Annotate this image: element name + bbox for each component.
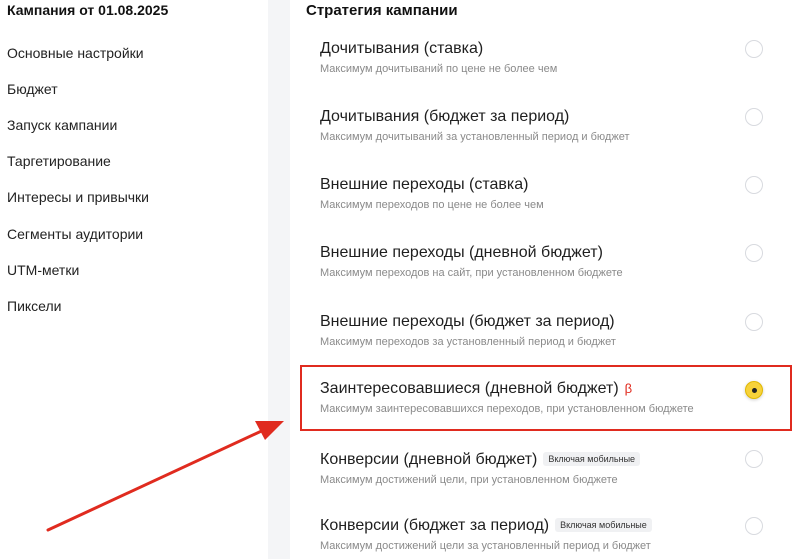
radio-clicks-period[interactable]	[745, 313, 763, 331]
sidebar-item-basic-settings[interactable]: Основные настройки	[7, 45, 144, 61]
option-subtitle: Максимум переходов по цене не более чем	[320, 199, 544, 211]
strategy-option-conversions-period[interactable]: Конверсии (бюджет за период) Включая моби…	[320, 517, 760, 552]
sidebar-item-targeting[interactable]: Таргетирование	[7, 153, 111, 169]
option-title: Внешние переходы (дневной бюджет)	[320, 244, 603, 261]
sidebar-item-pixels[interactable]: Пиксели	[7, 298, 61, 314]
strategy-option-clicks-bid[interactable]: Внешние переходы (ставка) Максимум перех…	[320, 176, 760, 211]
option-title: Конверсии (бюджет за период) Включая моби…	[320, 517, 760, 535]
sidebar-item-budget[interactable]: Бюджет	[7, 81, 58, 97]
option-title: Дочитывания (ставка)	[320, 40, 484, 57]
option-title: Внешние переходы (ставка)	[320, 176, 529, 193]
section-title: Стратегия кампании	[306, 2, 458, 19]
radio-reads-period[interactable]	[745, 108, 763, 126]
option-title: Дочитывания (бюджет за период)	[320, 108, 570, 125]
highlight-box	[300, 365, 792, 431]
sidebar-item-launch[interactable]: Запуск кампании	[7, 117, 117, 133]
option-subtitle: Максимум достижений цели за установленны…	[320, 540, 651, 552]
sidebar: Кампания от 01.08.2025 Основные настройк…	[0, 0, 268, 559]
sidebar-item-segments[interactable]: Сегменты аудитории	[7, 226, 143, 242]
radio-reads-bid[interactable]	[745, 40, 763, 58]
mobile-badge: Включая мобильные	[543, 452, 641, 466]
radio-conversions-period[interactable]	[745, 517, 763, 535]
option-title-text: Конверсии (дневной бюджет)	[320, 451, 538, 468]
option-title: Внешние переходы (бюджет за период)	[320, 313, 615, 330]
option-subtitle: Максимум достижений цели, при установлен…	[320, 474, 618, 486]
strategy-option-reads-period[interactable]: Дочитывания (бюджет за период) Максимум …	[320, 108, 760, 143]
option-title-text: Конверсии (бюджет за период)	[320, 517, 550, 534]
sidebar-item-interests[interactable]: Интересы и привычки	[7, 189, 149, 205]
option-subtitle: Максимум переходов за установленный пери…	[320, 336, 616, 348]
radio-clicks-daily[interactable]	[745, 244, 763, 262]
sidebar-divider	[268, 0, 290, 559]
strategy-option-clicks-period[interactable]: Внешние переходы (бюджет за период) Макс…	[320, 313, 760, 348]
option-subtitle: Максимум дочитываний за установленный пе…	[320, 131, 630, 143]
option-subtitle: Максимум дочитываний по цене не более че…	[320, 63, 558, 75]
option-subtitle: Максимум переходов на сайт, при установл…	[320, 267, 623, 279]
radio-conversions-daily[interactable]	[745, 450, 763, 468]
main-panel: Стратегия кампании Дочитывания (ставка) …	[290, 0, 804, 559]
mobile-badge: Включая мобильные	[555, 518, 652, 532]
option-title: Конверсии (дневной бюджет) Включая мобиль…	[320, 451, 760, 469]
campaign-title: Кампания от 01.08.2025	[7, 2, 169, 18]
strategy-option-conversions-daily[interactable]: Конверсии (дневной бюджет) Включая мобиль…	[320, 451, 760, 486]
strategy-option-reads-bid[interactable]: Дочитывания (ставка) Максимум дочитывани…	[320, 40, 760, 75]
sidebar-item-utm[interactable]: UTM-метки	[7, 262, 79, 278]
strategy-option-clicks-daily[interactable]: Внешние переходы (дневной бюджет) Максим…	[320, 244, 760, 279]
radio-clicks-bid[interactable]	[745, 176, 763, 194]
